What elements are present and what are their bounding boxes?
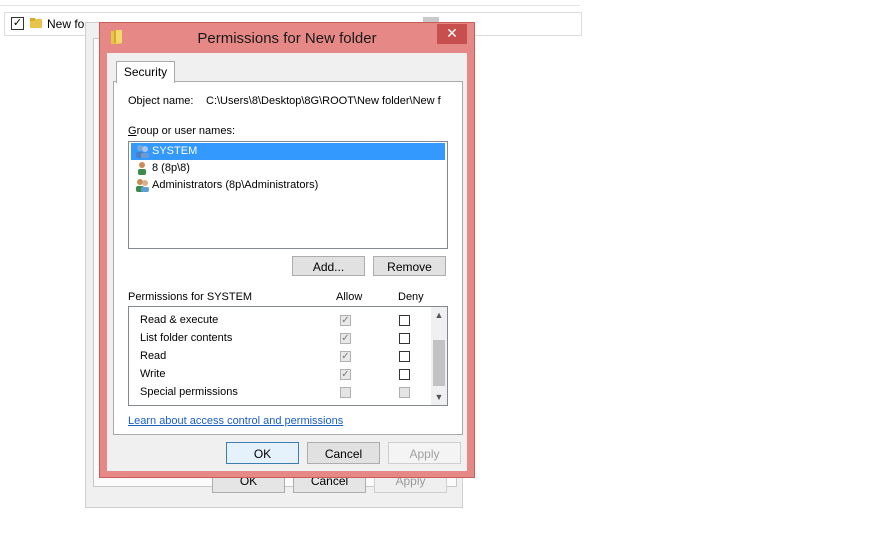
dialog-title: Permissions for New folder [197,30,377,47]
apply-button[interactable]: Apply [388,442,461,464]
permission-name: Special permissions [140,386,238,398]
dialog-client-area: Security Object name: C:\Users\8\Desktop… [107,53,467,471]
allow-column-header: Allow [336,291,363,303]
remove-button[interactable]: Remove [373,256,446,276]
permission-name: Write [140,368,166,380]
user-item-8[interactable]: 8 (8p\8) [131,160,445,177]
user-icon [138,162,146,175]
explorer-item-name: New fo [47,17,85,31]
user-item-system[interactable]: SYSTEM [131,143,445,160]
ok-button[interactable]: OK [226,442,299,464]
permission-row: Read ✓ [129,348,429,366]
object-name-label: Object name: [128,95,194,107]
permissions-scrollbar[interactable]: ▲ ▼ [431,307,447,405]
deny-column-header: Deny [398,291,424,303]
allow-checkbox[interactable]: ✓ [340,351,351,362]
learn-more-link[interactable]: Learn about access control and permissio… [128,415,343,427]
folder-icon [30,18,42,28]
item-checkbox[interactable]: ✓ [11,17,24,30]
user-name: SYSTEM [152,145,198,157]
permission-name: Read & execute [140,314,219,326]
deny-checkbox[interactable] [399,387,410,398]
permission-row: Special permissions [129,384,429,402]
allow-checkbox[interactable]: ✓ [340,315,351,326]
deny-checkbox[interactable] [399,351,410,362]
add-button[interactable]: Add... [292,256,365,276]
permissions-for-label: Permissions for SYSTEM [128,291,253,303]
permissions-dialog: Permissions for New folder ✕ Security Ob… [99,22,475,478]
close-button[interactable]: ✕ [437,24,467,44]
scroll-up-icon[interactable]: ▲ [431,307,447,323]
allow-checkbox[interactable]: ✓ [340,333,351,344]
users-group-icon [136,145,149,158]
permission-row: Read & execute ✓ [129,312,429,330]
user-name: Administrators (8p\Administrators) [152,179,319,191]
scroll-down-icon[interactable]: ▼ [431,389,447,405]
explorer-header-line [0,0,580,6]
user-item-administrators[interactable]: Administrators (8p\Administrators) [131,177,445,194]
object-name-value: C:\Users\8\Desktop\8G\ROOT\New folder\Ne… [206,95,441,107]
user-listbox[interactable]: SYSTEM 8 (8p\8) Administrators (8p\Admin… [128,141,448,249]
cancel-button[interactable]: Cancel [307,442,380,464]
group-names-label: Group or user names: [128,125,235,137]
deny-checkbox[interactable] [399,369,410,380]
deny-checkbox[interactable] [399,333,410,344]
close-icon: ✕ [446,25,458,41]
users-group-icon [136,179,149,192]
permission-name: List folder contents [140,332,233,344]
security-tab-panel: Object name: C:\Users\8\Desktop\8G\ROOT\… [113,81,463,435]
allow-checkbox[interactable] [340,387,351,398]
permission-name: Read [140,350,167,362]
user-name: 8 (8p\8) [152,162,190,174]
permission-row: Write ✓ [129,366,429,384]
permission-row: List folder contents ✓ [129,330,429,348]
deny-checkbox[interactable] [399,315,410,326]
scroll-thumb[interactable] [433,340,445,386]
tab-security[interactable]: Security [116,61,175,83]
allow-checkbox[interactable]: ✓ [340,369,351,380]
permissions-list[interactable]: Read & execute ✓ List folder contents ✓ … [128,306,448,406]
title-bar[interactable]: Permissions for New folder ✕ [100,23,474,53]
